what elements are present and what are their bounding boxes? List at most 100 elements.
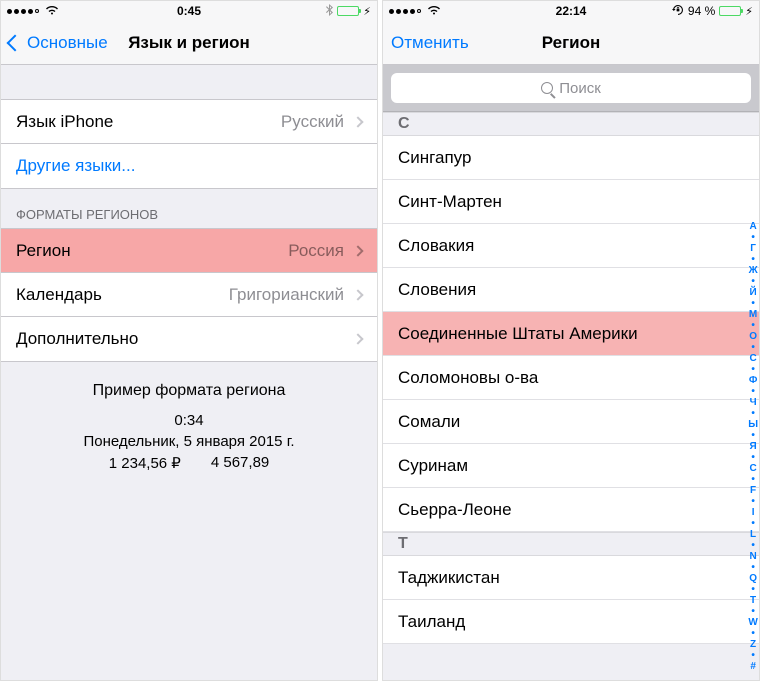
- index-letter[interactable]: N: [748, 552, 758, 562]
- index-letter[interactable]: •: [748, 431, 758, 441]
- index-letter[interactable]: •: [748, 387, 758, 397]
- index-letter[interactable]: Я: [748, 442, 758, 452]
- cancel-button[interactable]: Отменить: [391, 33, 469, 53]
- index-letter[interactable]: •: [748, 255, 758, 265]
- section-index[interactable]: А•Г•Ж•Й•М•О•С•Ф•Ч•Ы•Я•C•F•I•L•N•Q•T•W•Z•…: [748, 220, 758, 674]
- country-row[interactable]: Словения: [383, 268, 759, 312]
- index-letter[interactable]: Ф: [748, 376, 758, 386]
- row-value: Григорианский: [229, 285, 344, 305]
- orientation-lock-icon: [672, 4, 684, 19]
- row-iphone-language[interactable]: Язык iPhone Русский: [1, 100, 377, 144]
- row-label: Регион: [16, 241, 71, 261]
- row-label: Другие языки...: [16, 156, 135, 176]
- row-region[interactable]: Регион Россия: [1, 229, 377, 273]
- index-letter[interactable]: •: [748, 629, 758, 639]
- index-letter[interactable]: Ы: [748, 420, 758, 430]
- country-row[interactable]: Таиланд: [383, 600, 759, 644]
- battery-percent: 94 %: [688, 4, 715, 18]
- index-letter[interactable]: •: [748, 607, 758, 617]
- country-name: Сьерра-Леоне: [398, 500, 512, 520]
- country-row[interactable]: Словакия: [383, 224, 759, 268]
- index-letter[interactable]: •: [748, 475, 758, 485]
- list-language: Язык iPhone Русский Другие языки...: [1, 99, 377, 189]
- chevron-right-icon: [352, 333, 363, 344]
- country-name: Синт-Мартен: [398, 192, 502, 212]
- back-label: Основные: [27, 33, 108, 53]
- country-name: Соломоновы о-ва: [398, 368, 538, 388]
- example-title: Пример формата региона: [11, 382, 367, 400]
- country-row[interactable]: Соединенные Штаты Америки: [383, 312, 759, 356]
- search-input[interactable]: Поиск: [391, 73, 751, 103]
- country-list[interactable]: С Сингапур Синт-Мартен Словакия Словения Соед…: [383, 112, 759, 644]
- nav-bar: Отменить Регион: [383, 21, 759, 65]
- back-button[interactable]: Основные: [9, 33, 108, 53]
- charging-icon: ⚡︎: [745, 5, 753, 18]
- index-letter[interactable]: М: [748, 310, 758, 320]
- index-letter[interactable]: •: [748, 409, 758, 419]
- country-name: Таджикистан: [398, 568, 500, 588]
- signal-dots-icon: [389, 9, 421, 14]
- index-letter[interactable]: L: [748, 530, 758, 540]
- index-letter[interactable]: C: [748, 464, 758, 474]
- index-letter[interactable]: •: [748, 365, 758, 375]
- index-letter[interactable]: #: [748, 662, 758, 672]
- index-letter[interactable]: •: [748, 497, 758, 507]
- index-letter[interactable]: Ч: [748, 398, 758, 408]
- bluetooth-icon: [326, 4, 333, 19]
- index-section-header: С: [383, 112, 759, 136]
- index-letter[interactable]: •: [748, 453, 758, 463]
- charging-icon: ⚡︎: [363, 5, 371, 18]
- index-letter[interactable]: Z: [748, 640, 758, 650]
- example-date: Понедельник, 5 января 2015 г.: [11, 433, 367, 450]
- index-letter[interactable]: •: [748, 651, 758, 661]
- row-calendar[interactable]: Календарь Григорианский: [1, 273, 377, 317]
- index-letter[interactable]: О: [748, 332, 758, 342]
- wifi-icon: [45, 4, 59, 18]
- row-label: Дополнительно: [16, 329, 138, 349]
- index-letter[interactable]: •: [748, 519, 758, 529]
- search-placeholder: Поиск: [559, 80, 601, 97]
- index-letter[interactable]: А: [748, 222, 758, 232]
- country-name: Суринам: [398, 456, 468, 476]
- country-row[interactable]: Сьерра-Леоне: [383, 488, 759, 532]
- index-letter[interactable]: •: [748, 563, 758, 573]
- index-letter[interactable]: С: [748, 354, 758, 364]
- index-letter[interactable]: Г: [748, 244, 758, 254]
- index-letter[interactable]: •: [748, 321, 758, 331]
- search-icon: [541, 82, 553, 94]
- index-letter[interactable]: Q: [748, 574, 758, 584]
- index-letter[interactable]: W: [748, 618, 758, 628]
- wifi-icon: [427, 4, 441, 18]
- index-letter[interactable]: •: [748, 541, 758, 551]
- index-letter[interactable]: F: [748, 486, 758, 496]
- country-row[interactable]: Сомали: [383, 400, 759, 444]
- country-name: Сингапур: [398, 148, 471, 168]
- country-name: Словения: [398, 280, 476, 300]
- row-advanced[interactable]: Дополнительно: [1, 317, 377, 361]
- index-letter[interactable]: •: [748, 585, 758, 595]
- country-row[interactable]: Таджикистан: [383, 556, 759, 600]
- index-letter[interactable]: Ж: [748, 266, 758, 276]
- country-row[interactable]: Суринам: [383, 444, 759, 488]
- status-bar: 0:45 ⚡︎: [1, 1, 377, 21]
- chevron-right-icon: [352, 116, 363, 127]
- country-row[interactable]: Соломоновы о-ва: [383, 356, 759, 400]
- country-row[interactable]: Сингапур: [383, 136, 759, 180]
- index-letter[interactable]: •: [748, 343, 758, 353]
- phone-left: 0:45 ⚡︎ Основные Язык и регион Язык iPho…: [0, 0, 378, 681]
- battery-icon: [719, 6, 741, 16]
- country-name: Сомали: [398, 412, 460, 432]
- index-letter[interactable]: Й: [748, 288, 758, 298]
- row-other-languages[interactable]: Другие языки...: [1, 144, 377, 188]
- index-letter[interactable]: T: [748, 596, 758, 606]
- example-time: 0:34: [11, 412, 367, 429]
- status-bar: 22:14 94 % ⚡︎: [383, 1, 759, 21]
- battery-icon: [337, 6, 359, 16]
- index-letter[interactable]: I: [748, 508, 758, 518]
- index-letter[interactable]: •: [748, 277, 758, 287]
- index-letter[interactable]: •: [748, 233, 758, 243]
- country-row[interactable]: Синт-Мартен: [383, 180, 759, 224]
- nav-title: Язык и регион: [128, 33, 250, 53]
- index-letter[interactable]: •: [748, 299, 758, 309]
- country-name: Таиланд: [398, 612, 465, 632]
